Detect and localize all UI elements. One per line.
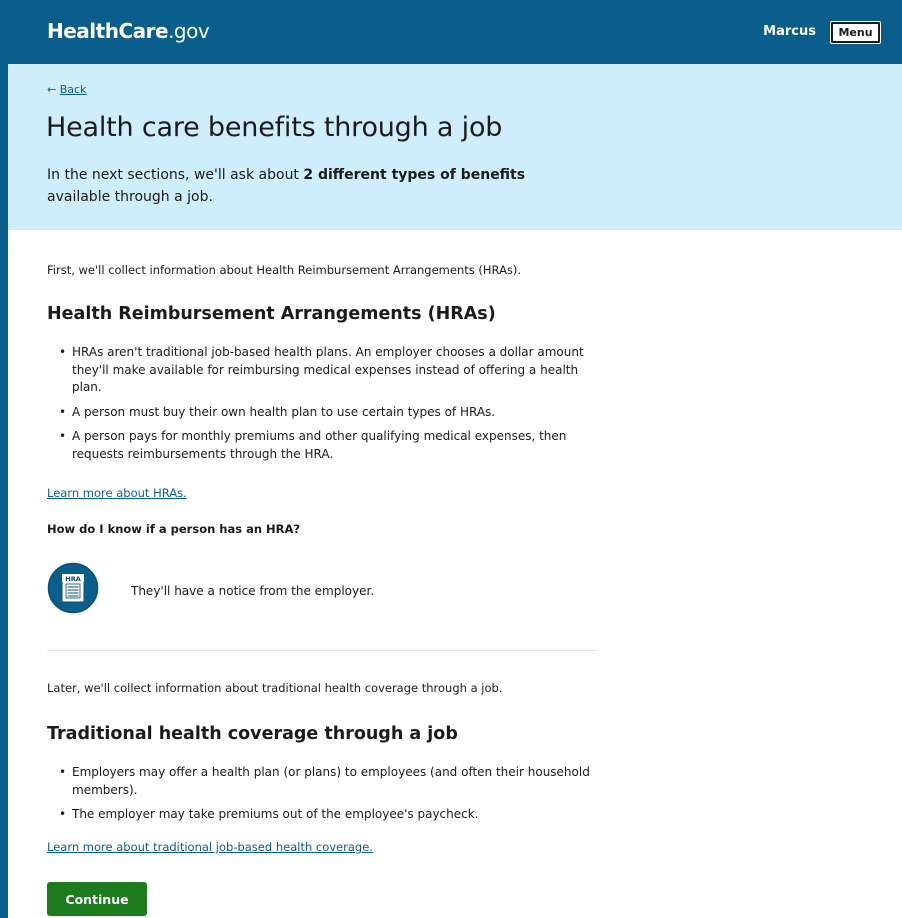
site-header: HealthCare.gov Marcus Menu [8,0,902,64]
hra-heading: Health Reimbursement Arrangements (HRAs) [47,304,496,324]
user-name[interactable]: Marcus [763,24,816,39]
page-hero: ← Back Health care benefits through a jo… [8,64,902,230]
list-item: The employer may take premiums out of th… [47,806,607,824]
list-item: A person pays for monthly premiums and o… [47,428,607,463]
traditional-heading: Traditional health coverage through a jo… [47,724,458,744]
intro-text-end: available through a job. [47,189,213,205]
learn-more-traditional-link[interactable]: Learn more about traditional job-based h… [47,840,373,854]
hra-answer-text: They'll have a notice from the employer. [131,584,375,598]
list-item: A person must buy their own health plan … [47,404,607,422]
back-link[interactable]: ← Back [47,83,86,96]
back-link-label: Back [59,83,87,96]
list-item: HRAs aren't traditional job-based health… [47,344,607,397]
learn-more-hras-link[interactable]: Learn more about HRAs. [47,486,187,500]
intro-text-start: In the next sections, we'll ask about [47,167,304,183]
back-arrow-icon: ← [47,83,57,96]
traditional-bullet-list: Employers may offer a health plan (or pl… [47,764,607,831]
left-accent-bar [0,0,8,918]
hra-question: How do I know if a person has an HRA? [47,522,301,536]
page-intro: In the next sections, we'll ask about 2 … [47,164,587,208]
hra-icon-label: HRA [65,575,80,583]
logo-main-text: HealthCare [47,19,169,43]
menu-button[interactable]: Menu [830,21,881,44]
traditional-lead-text: Later, we'll collect information about t… [47,681,503,695]
section-divider [47,650,597,651]
hra-document-icon: HRA [47,562,99,614]
healthcare-gov-logo[interactable]: HealthCare.gov [47,19,210,43]
list-item: Employers may offer a health plan (or pl… [47,764,607,799]
continue-button[interactable]: Continue [47,882,147,916]
page-title: Health care benefits through a job [46,112,503,143]
intro-text-bold: 2 different types of benefits [303,167,526,183]
logo-suffix-text: .gov [168,19,210,43]
hra-bullet-list: HRAs aren't traditional job-based health… [47,344,607,470]
hra-lead-text: First, we'll collect information about H… [47,263,522,277]
